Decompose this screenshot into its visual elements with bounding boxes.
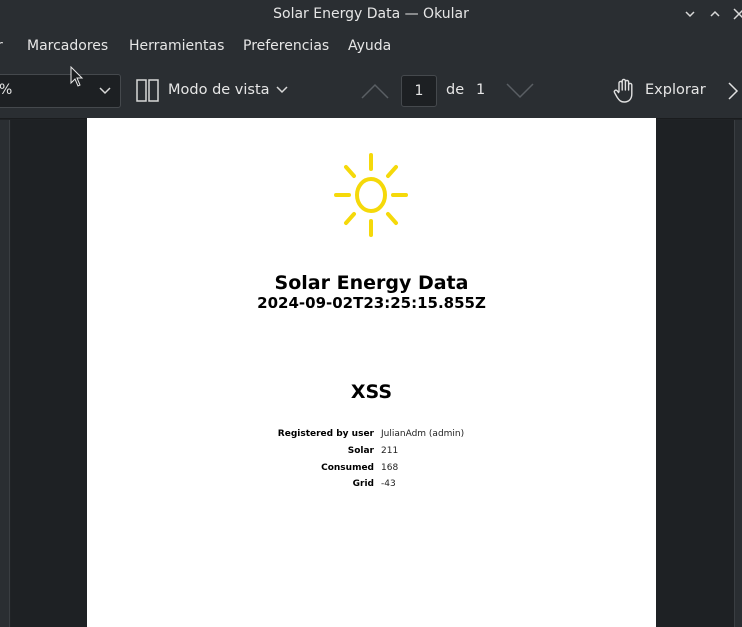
next-page-icon[interactable]	[505, 80, 535, 106]
minimize-button[interactable]	[680, 4, 700, 24]
chevron-right-icon[interactable]	[726, 80, 740, 106]
zoom-value: %	[0, 82, 13, 98]
menu-item-bookmarks[interactable]: Marcadores	[27, 38, 108, 54]
sidebar-panel	[0, 120, 10, 627]
menu-bar: r Marcadores Herramientas Preferencias A…	[0, 30, 742, 64]
page-number-input[interactable]: 1	[401, 75, 437, 107]
field-row: Consumed 168	[87, 463, 656, 477]
hand-icon[interactable]	[612, 77, 638, 109]
field-key: Registered by user	[277, 429, 374, 439]
page-of-label: de	[446, 82, 465, 98]
title-bar: Solar Energy Data — Okular	[0, 0, 742, 30]
chevron-down-icon[interactable]	[275, 82, 289, 102]
menu-item-preferences[interactable]: Preferencias	[243, 38, 329, 54]
window-title: Solar Energy Data — Okular	[273, 6, 469, 22]
view-mode-icon[interactable]	[136, 79, 160, 107]
field-row: Registered by user JulianAdm (admin)	[87, 429, 656, 443]
chevron-down-icon	[98, 80, 112, 104]
right-panel	[734, 120, 742, 627]
maximize-button[interactable]	[705, 4, 725, 24]
document-page: Solar Energy Data 2024-09-02T23:25:15.85…	[87, 118, 656, 627]
menu-item-tools[interactable]: Herramientas	[129, 38, 224, 54]
menu-item-help[interactable]: Ayuda	[348, 38, 391, 54]
field-value: 168	[381, 463, 399, 473]
mouse-cursor-icon	[70, 65, 84, 92]
menu-item-view[interactable]: r	[0, 38, 3, 54]
close-button[interactable]	[729, 4, 742, 24]
document-heading: XSS	[350, 381, 393, 403]
document-timestamp: 2024-09-02T23:25:15.855Z	[257, 294, 486, 312]
view-mode-button[interactable]: Modo de vista	[168, 82, 270, 98]
field-key: Solar	[347, 446, 374, 456]
field-value: 211	[381, 446, 399, 456]
field-row: Solar 211	[87, 446, 656, 460]
previous-page-icon[interactable]	[360, 80, 390, 106]
field-value: JulianAdm (admin)	[381, 429, 465, 439]
browse-tool-button[interactable]: Explorar	[645, 82, 706, 98]
toolbar: % Modo de vista 1 de 1 Explorar	[0, 64, 742, 119]
sun-icon	[332, 150, 412, 244]
chevron-down-icon	[685, 11, 695, 18]
field-key: Grid	[352, 479, 374, 489]
field-key: Consumed	[321, 463, 374, 473]
field-value: -43	[381, 479, 396, 489]
field-row: Grid -43	[87, 479, 656, 493]
chevron-up-icon	[710, 10, 720, 17]
document-title: Solar Energy Data	[274, 272, 469, 294]
close-icon	[733, 8, 742, 20]
total-pages: 1	[476, 82, 486, 98]
zoom-select[interactable]: %	[0, 74, 121, 108]
